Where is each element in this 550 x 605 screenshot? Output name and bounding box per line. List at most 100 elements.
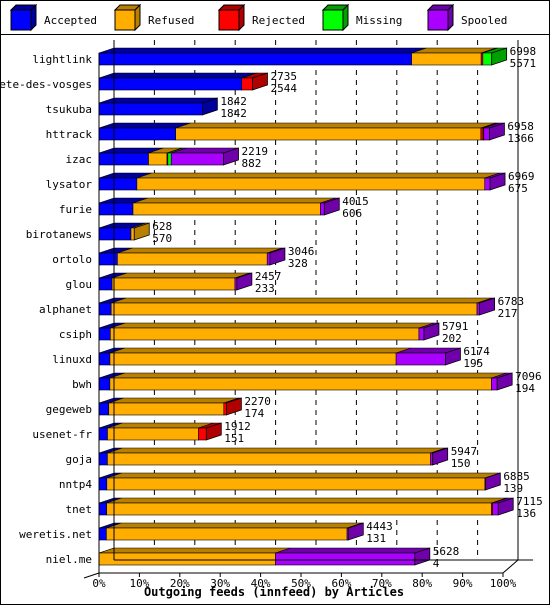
bar-segment-refused <box>136 177 486 191</box>
category-label: alphanet <box>39 303 92 316</box>
bar-row-usenet-fr: usenet-fr1912151 <box>32 420 250 445</box>
accepted-label: 5571 <box>510 57 536 70</box>
legend-label: Rejected <box>252 14 305 27</box>
bar-segment-spooled <box>491 377 498 391</box>
bar-top-refused <box>117 247 283 254</box>
legend: Accepted Refused Rejected Missing Spooled <box>9 3 507 32</box>
bar-row-linuxd: linuxd6174195 <box>52 345 490 370</box>
accepted-label: 139 <box>503 482 523 495</box>
legend-swatch <box>218 9 240 31</box>
accepted-label: 1366 <box>507 132 534 145</box>
bar-top-refused <box>106 472 501 479</box>
accepted-label: 136 <box>516 507 536 520</box>
bar-row-lysator: lysator6969675 <box>46 170 535 195</box>
bar-segment-refused <box>109 377 492 391</box>
bar-segment-spooled <box>266 252 271 266</box>
legend-swatch-side <box>342 3 349 32</box>
bar-segment-accepted <box>98 252 118 266</box>
bar-segment-spooled <box>484 177 491 191</box>
bar-row-glou: glou2457233 <box>66 270 282 295</box>
accepted-label: 174 <box>244 407 264 420</box>
bar-segment-accepted <box>98 177 138 191</box>
bars: lightlink69985571bete-des-vosges27352544… <box>0 45 543 570</box>
x-tick-label: 80% <box>412 577 432 590</box>
stacked-bar-chart: Accepted Refused Rejected Missing Spooled li… <box>0 3 543 599</box>
bar-segment-accepted <box>98 277 113 291</box>
category-label: tsukuba <box>46 103 92 116</box>
category-label: glou <box>66 278 93 291</box>
accepted-label: 195 <box>463 357 483 370</box>
accepted-label: 606 <box>342 207 362 220</box>
category-label: ortolo <box>52 253 92 266</box>
x-axis-label: Outgoing feeds (innfeed) by Articles <box>144 585 404 599</box>
bar-segment-refused <box>109 352 397 366</box>
bar-segment-refused <box>106 527 348 541</box>
accepted-label: 4 <box>433 557 440 570</box>
bar-segment-spooled <box>275 552 416 566</box>
bar-segment-accepted <box>98 502 107 516</box>
legend-swatch-side <box>134 3 141 32</box>
accepted-label: 150 <box>451 457 471 470</box>
accepted-label: 217 <box>498 307 518 320</box>
bar-segment-spooled <box>395 352 446 366</box>
category-label: nntp4 <box>59 478 92 491</box>
category-label: usenet-fr <box>32 428 92 441</box>
bar-row-nntp4: nntp46885139 <box>59 470 530 495</box>
bar-segment-accepted <box>98 127 176 141</box>
category-label: goja <box>66 453 93 466</box>
bar-row-niel-me: niel.me56284 <box>46 545 460 570</box>
accepted-label: 202 <box>442 332 462 345</box>
category-label: niel.me <box>46 553 92 566</box>
bar-segment-accepted <box>98 202 134 216</box>
x-tick-label: 100% <box>490 577 517 590</box>
bar-segment-refused <box>110 302 478 316</box>
bar-segment-rejected <box>241 77 253 91</box>
bar-top-refused <box>136 172 500 179</box>
legend-item-rejected: Rejected <box>217 3 305 32</box>
bar-top-refused <box>107 422 214 429</box>
bar-segment-accepted <box>98 402 110 416</box>
bar-segment-refused <box>110 327 420 341</box>
legend-label: Missing <box>356 14 402 27</box>
bar-segment-rejected <box>480 127 484 141</box>
category-label: bwh <box>72 378 92 391</box>
bar-segment-missing <box>167 152 172 166</box>
bar-top-accepted <box>98 72 257 79</box>
bar-row-weretis-net: weretis.net4443131 <box>19 520 393 545</box>
bar-segment-rejected <box>198 427 207 441</box>
bar-segment-accepted <box>98 352 111 366</box>
bar-top-refused <box>175 122 496 129</box>
bar-segment-refused <box>117 252 268 266</box>
bar-top-refused <box>107 447 446 454</box>
bar-segment-accepted <box>98 52 412 66</box>
bar-segment-refused <box>175 127 482 141</box>
legend-swatch <box>10 9 32 31</box>
legend-swatch-side <box>30 3 37 32</box>
legend-item-refused: Refused <box>113 3 194 32</box>
category-label: birotanews <box>26 228 92 241</box>
bar-segment-spooled <box>418 327 425 341</box>
accepted-label: 1842 <box>220 107 247 120</box>
bar-segment-spooled <box>492 502 499 516</box>
bar-row-ortolo: ortolo3046328 <box>52 245 314 270</box>
bar-row-izac: izac2219882 <box>66 145 269 170</box>
accepted-label: 2544 <box>270 82 297 95</box>
bar-segment-spooled <box>483 127 490 141</box>
accepted-label: 328 <box>288 257 308 270</box>
legend-swatch <box>114 9 136 31</box>
bar-segment-accepted <box>98 302 112 316</box>
bar-top-refused <box>99 547 291 554</box>
bar-segment-accepted <box>98 77 243 91</box>
legend-swatch <box>322 9 344 31</box>
bar-segment-accepted <box>98 427 108 441</box>
bar-top-refused <box>106 497 507 504</box>
legend-swatch <box>427 9 449 31</box>
bar-segment-refused <box>107 427 199 441</box>
bar-top-refused <box>108 397 239 404</box>
bar-segment-accepted <box>98 527 107 541</box>
bar-row-tsukuba: tsukuba18421842 <box>46 95 247 120</box>
bar-segment-missing <box>482 52 492 66</box>
legend-swatch-side <box>447 3 454 32</box>
bar-top-refused <box>109 347 412 354</box>
bar-top-refused <box>111 272 251 279</box>
